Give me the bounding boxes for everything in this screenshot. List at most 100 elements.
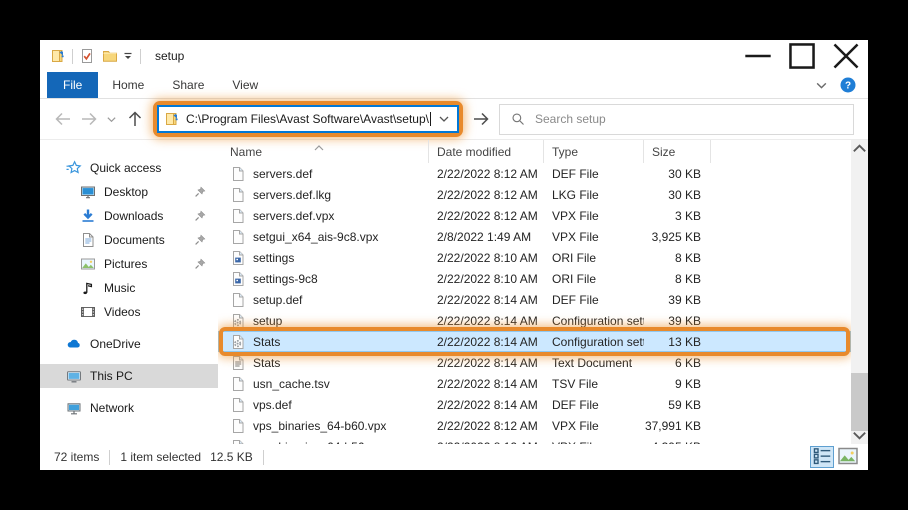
up-button[interactable] [126, 110, 144, 128]
file-name: settings-9c8 [253, 272, 318, 286]
address-dropdown-chevron-icon[interactable] [438, 113, 450, 125]
back-button[interactable] [54, 110, 72, 128]
tab-file[interactable]: File [47, 72, 98, 98]
file-list-pane: Name Date modified Type Size servers.def… [218, 140, 851, 444]
sidebar-item-label: Desktop [104, 185, 148, 199]
search-input[interactable]: Search setup [499, 104, 854, 135]
sidebar-item-network[interactable]: Network [40, 396, 218, 420]
table-row[interactable]: settings-9c8 2/22/2022 8:10 AM ORI File … [218, 268, 851, 289]
table-row[interactable]: servers.def.lkg 2/22/2022 8:12 AM LKG Fi… [218, 184, 851, 205]
pin-icon [194, 258, 206, 270]
recent-locations-chevron-icon[interactable] [106, 114, 117, 125]
column-header-type[interactable]: Type [544, 140, 644, 163]
thumbnails-view-button[interactable] [836, 446, 860, 468]
close-button[interactable] [824, 41, 868, 71]
tab-view[interactable]: View [218, 72, 272, 98]
sidebar-item-documents[interactable]: Documents [40, 228, 218, 252]
file-date-cell: 2/22/2022 8:12 AM [429, 419, 544, 433]
sidebar-item-quick-access[interactable]: Quick access [40, 156, 218, 180]
file-date-cell: 2/22/2022 8:12 AM [429, 209, 544, 223]
search-placeholder: Search setup [535, 112, 606, 126]
file-name: settings [253, 251, 294, 265]
column-header-name[interactable]: Name [218, 140, 429, 163]
table-row[interactable]: setup.def 2/22/2022 8:14 AM DEF File 39 … [218, 289, 851, 310]
address-input[interactable]: C:\Program Files\Avast Software\Avast\se… [157, 105, 459, 133]
sidebar-item-label: Network [90, 401, 134, 415]
go-to-address-button[interactable] [472, 110, 490, 128]
scrollbar-thumb[interactable] [851, 373, 868, 431]
file-type-cell: DEF File [544, 398, 644, 412]
column-header-filler [711, 140, 851, 163]
vertical-scrollbar[interactable] [851, 140, 868, 444]
network-icon [66, 400, 82, 416]
tab-home[interactable]: Home [98, 72, 158, 98]
new-folder-icon[interactable] [102, 48, 118, 64]
customize-toolbar-chevron-icon[interactable] [122, 50, 134, 62]
file-name: vps_binaries_64-b60.vpx [253, 419, 386, 433]
scroll-up-arrow-icon[interactable] [851, 140, 868, 157]
sidebar-item-videos[interactable]: Videos [40, 300, 218, 324]
titlebar-divider [72, 49, 73, 64]
file-type-cell: Text Document [544, 356, 644, 370]
navigation-toolbar: C:\Program Files\Avast Software\Avast\se… [40, 99, 868, 140]
file-config-icon [230, 334, 246, 350]
table-row[interactable]: setgui_x64_ais-9c8.vpx 2/8/2022 1:49 AM … [218, 226, 851, 247]
sidebar-item-pictures[interactable]: Pictures [40, 252, 218, 276]
address-path-text: C:\Program Files\Avast Software\Avast\se… [186, 112, 429, 126]
table-row[interactable]: setup 2/22/2022 8:14 AM Configuration se… [218, 310, 851, 331]
table-row[interactable]: vps_binaries_64-b56.vpx 2/22/2022 8:12 A… [218, 436, 851, 444]
sort-ascending-icon [314, 141, 324, 149]
file-name: Stats [253, 335, 280, 349]
table-row[interactable]: vps.def 2/22/2022 8:14 AM DEF File 59 KB [218, 394, 851, 415]
table-row[interactable]: servers.def 2/22/2022 8:12 AM DEF File 3… [218, 163, 851, 184]
ribbon-right: ? [815, 72, 868, 98]
sidebar-item-label: OneDrive [90, 337, 141, 351]
file-date-cell: 2/22/2022 8:12 AM [429, 188, 544, 202]
file-date-cell: 2/8/2022 1:49 AM [429, 230, 544, 244]
file-name-cell: vps.def [218, 397, 429, 413]
file-name-cell: setgui_x64_ais-9c8.vpx [218, 229, 429, 245]
table-row[interactable]: servers.def.vpx 2/22/2022 8:12 AM VPX Fi… [218, 205, 851, 226]
tab-share[interactable]: Share [158, 72, 218, 98]
table-row[interactable]: Stats 2/22/2022 8:14 AM Text Document 6 … [218, 352, 851, 373]
file-date-cell: 2/22/2022 8:14 AM [429, 356, 544, 370]
sidebar-item-this-pc[interactable]: This PC [40, 364, 218, 388]
scrollbar-track[interactable] [851, 157, 868, 427]
file-size-cell: 59 KB [644, 398, 711, 412]
details-view-button[interactable] [810, 446, 834, 468]
sidebar-item-onedrive[interactable]: OneDrive [40, 332, 218, 356]
table-row[interactable]: settings 2/22/2022 8:10 AM ORI File 8 KB [218, 247, 851, 268]
file-size-cell: 39 KB [644, 314, 711, 328]
sidebar-item-desktop[interactable]: Desktop [40, 180, 218, 204]
file-date-cell: 2/22/2022 8:14 AM [429, 293, 544, 307]
maximize-button[interactable] [780, 41, 824, 71]
file-icon [230, 376, 246, 392]
file-config-icon [230, 313, 246, 329]
column-header-date-label: Date modified [437, 145, 511, 159]
sidebar-item-downloads[interactable]: Downloads [40, 204, 218, 228]
file-name-cell: Stats [218, 334, 429, 350]
file-type-cell: DEF File [544, 167, 644, 181]
file-explorer-window: setup File Home Share View ? C:\Program … [40, 40, 868, 470]
thumbnails-view-icon [836, 444, 860, 471]
properties-check-icon[interactable] [79, 48, 95, 64]
file-type-cell: LKG File [544, 188, 644, 202]
titlebar-divider [140, 49, 141, 64]
onedrive-icon [66, 336, 82, 352]
table-row[interactable]: usn_cache.tsv 2/22/2022 8:14 AM TSV File… [218, 373, 851, 394]
table-row[interactable]: Stats 2/22/2022 8:14 AM Configuration se… [218, 331, 851, 352]
help-icon[interactable]: ? [840, 77, 856, 93]
sidebar-gap [40, 388, 218, 396]
expand-ribbon-chevron-icon[interactable] [815, 79, 828, 92]
table-row[interactable]: vps_binaries_64-b60.vpx 2/22/2022 8:12 A… [218, 415, 851, 436]
minimize-button[interactable] [736, 41, 780, 71]
column-header-date-modified[interactable]: Date modified [429, 140, 544, 163]
file-size-cell: 30 KB [644, 167, 711, 181]
pin-icon [194, 186, 206, 198]
ribbon-tabs: File Home Share View ? [40, 72, 868, 99]
column-header-name-label: Name [230, 145, 262, 159]
sidebar-item-music[interactable]: Music [40, 276, 218, 300]
column-header-size[interactable]: Size [644, 140, 711, 163]
forward-button[interactable] [80, 110, 98, 128]
music-icon [80, 280, 96, 296]
